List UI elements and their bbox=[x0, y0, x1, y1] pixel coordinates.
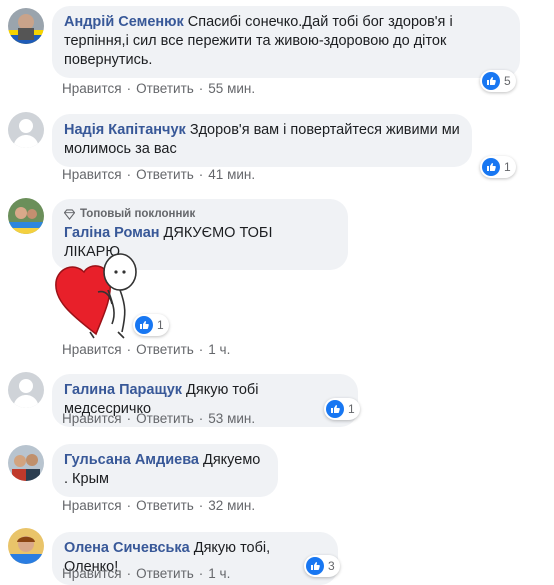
avatar[interactable] bbox=[8, 372, 44, 408]
reaction-number: 1 bbox=[348, 402, 355, 416]
comment-bubble: Андрій Семенюк Спасибі сонечко.Дай тобі б… bbox=[52, 6, 520, 78]
reaction-count[interactable]: 1 bbox=[133, 314, 169, 336]
comment-time[interactable]: 53 мин. bbox=[208, 411, 255, 426]
comment-actions: Нравится · Ответить · 53 мин. bbox=[62, 411, 256, 426]
avatar[interactable] bbox=[8, 112, 44, 148]
reaction-number: 1 bbox=[504, 160, 511, 174]
comment-time[interactable]: 32 мин. bbox=[208, 498, 255, 513]
comment-actions: Нравится · Ответить · 55 мин. bbox=[62, 81, 256, 96]
diamond-icon bbox=[64, 208, 75, 220]
reaction-number: 3 bbox=[328, 559, 335, 573]
avatar[interactable] bbox=[8, 198, 44, 234]
reaction-count[interactable]: 5 bbox=[480, 70, 516, 92]
comment-author[interactable]: Гульсана Амдиева bbox=[64, 452, 199, 468]
like-icon bbox=[135, 316, 153, 334]
comment-time[interactable]: 1 ч. bbox=[208, 566, 230, 581]
reply-button[interactable]: Ответить bbox=[136, 342, 194, 357]
avatar[interactable] bbox=[8, 528, 44, 564]
reaction-number: 5 bbox=[504, 74, 511, 88]
badge-label: Топовый поклонник bbox=[80, 208, 196, 220]
like-icon bbox=[306, 557, 324, 575]
comment-author[interactable]: Галина Паращук bbox=[64, 382, 182, 398]
comment-actions: Нравится · Ответить · 32 мин. bbox=[62, 498, 256, 513]
comment-actions: Нравится · Ответить · 1 ч. bbox=[62, 342, 231, 357]
reply-button[interactable]: Ответить bbox=[136, 167, 194, 182]
reply-button[interactable]: Ответить bbox=[136, 81, 194, 96]
reaction-number: 1 bbox=[157, 318, 164, 332]
avatar[interactable] bbox=[8, 445, 44, 481]
comment-actions: Нравится · Ответить · 41 мин. bbox=[62, 167, 256, 182]
comment-author[interactable]: Андрій Семенюк bbox=[64, 14, 184, 30]
like-icon bbox=[482, 158, 500, 176]
like-button[interactable]: Нравится bbox=[62, 167, 122, 182]
reaction-count[interactable]: 3 bbox=[304, 555, 340, 577]
like-button[interactable]: Нравится bbox=[62, 81, 122, 96]
like-button[interactable]: Нравится bbox=[62, 498, 122, 513]
comment-bubble: Надія Капітанчук Здоров'я вам і повертайт… bbox=[52, 114, 472, 167]
comment-author[interactable]: Олена Сичевська bbox=[64, 540, 190, 556]
reply-button[interactable]: Ответить bbox=[136, 566, 194, 581]
like-button[interactable]: Нравится bbox=[62, 342, 122, 357]
avatar[interactable] bbox=[8, 8, 44, 44]
comment-bubble: Гульсана Амдиева Дякуемо . Крым bbox=[52, 444, 278, 497]
comment-time[interactable]: 1 ч. bbox=[208, 342, 230, 357]
comment-time[interactable]: 41 мин. bbox=[208, 167, 255, 182]
comment-author[interactable]: Надія Капітанчук bbox=[64, 122, 186, 138]
heart-hug-sticker bbox=[50, 252, 142, 340]
reaction-count[interactable]: 1 bbox=[324, 398, 360, 420]
top-fan-badge: Топовый поклонник bbox=[64, 206, 336, 222]
like-button[interactable]: Нравится bbox=[62, 411, 122, 426]
comment-author[interactable]: Галіна Роман bbox=[64, 225, 160, 241]
reaction-count[interactable]: 1 bbox=[480, 156, 516, 178]
reply-button[interactable]: Ответить bbox=[136, 411, 194, 426]
like-icon bbox=[482, 72, 500, 90]
reply-button[interactable]: Ответить bbox=[136, 498, 194, 513]
comment-actions: Нравится · Ответить · 1 ч. bbox=[62, 566, 231, 581]
like-button[interactable]: Нравится bbox=[62, 566, 122, 581]
comment-time[interactable]: 55 мин. bbox=[208, 81, 255, 96]
like-icon bbox=[326, 400, 344, 418]
